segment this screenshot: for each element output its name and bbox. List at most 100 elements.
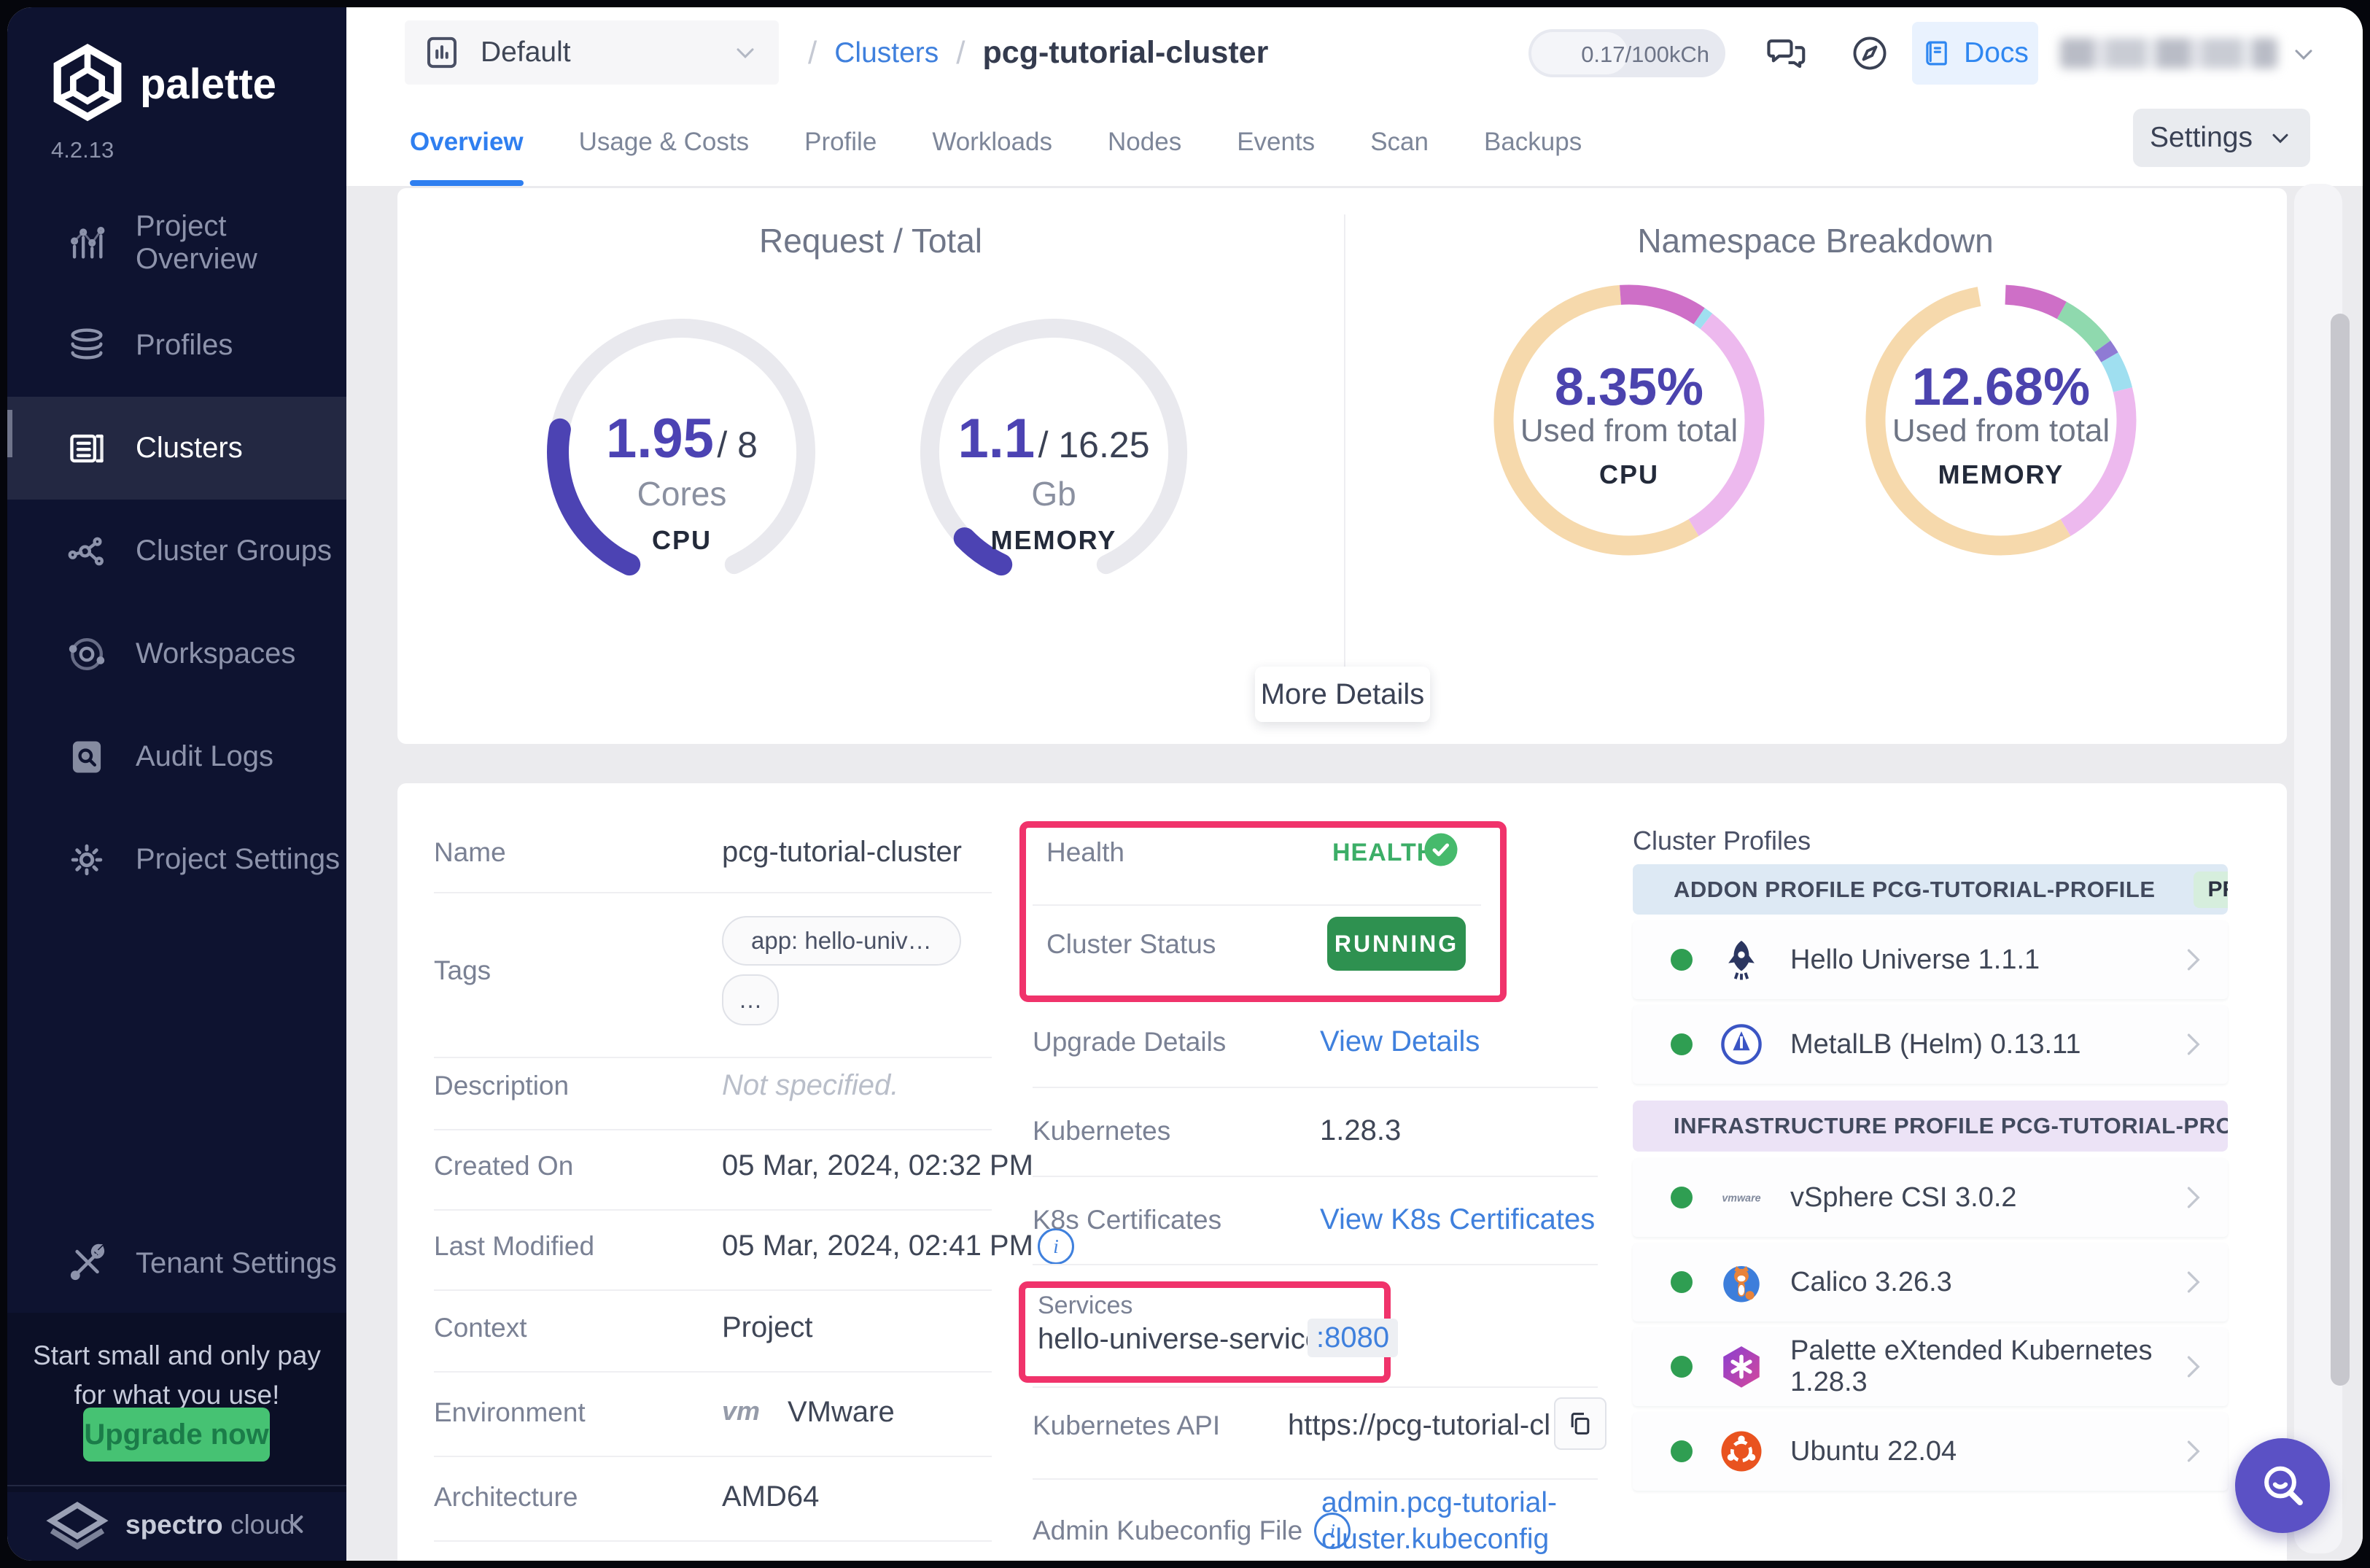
tabs-bar: Overview Usage & Costs Profile Workloads…	[346, 98, 2363, 186]
orbit-icon	[69, 637, 105, 670]
infrastructure-profile-header[interactable]: INFRASTRUCTURE PROFILE PCG-TUTORIAL-PROF…	[1633, 1101, 2228, 1152]
project-selector-value: Default	[481, 36, 571, 68]
cpu-gauge-label: CPU	[651, 525, 712, 555]
ubuntu-icon	[1721, 1431, 1762, 1472]
tag-pill[interactable]: app: hello-univ…	[722, 916, 961, 966]
sidebar-item-label: Tenant Settings	[136, 1247, 337, 1279]
check-circle-icon	[1424, 833, 1458, 866]
divider	[1344, 214, 1345, 718]
sidebar-item-project-overview[interactable]: Project Overview	[7, 191, 346, 294]
profile-pack-metallb[interactable]: MetalLB (Helm) 0.13.11	[1633, 1005, 2228, 1084]
profile-pack-vsphere-csi[interactable]: vmware vSphere CSI 3.0.2	[1633, 1158, 2228, 1237]
addon-profile-header[interactable]: ADDON PROFILE PCG-TUTORIAL-PROFILE PROJ	[1633, 864, 2228, 915]
user-menu-chevron-icon[interactable]	[2289, 39, 2318, 69]
architecture-value: AMD64	[722, 1480, 820, 1513]
context-value: Project	[722, 1311, 813, 1343]
scrollbar-thumb[interactable]	[2331, 314, 2350, 1386]
sidebar-item-clusters[interactable]: Clusters	[7, 397, 346, 500]
project-selector[interactable]: Default	[405, 20, 779, 85]
divider	[1033, 1386, 1598, 1388]
tab-scan[interactable]: Scan	[1370, 98, 1429, 186]
more-details-button[interactable]: More Details	[1255, 667, 1430, 722]
upgrade-details-label: Upgrade Details	[1033, 1027, 1227, 1057]
description-value: Not specified.	[722, 1069, 899, 1101]
namespace-breakdown-title: Namespace Breakdown	[1637, 222, 1994, 260]
collapse-sidebar-icon[interactable]	[284, 1508, 314, 1540]
sidebar-item-cluster-groups[interactable]: Cluster Groups	[7, 500, 346, 602]
profile-pack-calico[interactable]: Calico 3.26.3	[1633, 1243, 2228, 1321]
sidebar-item-workspaces[interactable]: Workspaces	[7, 602, 346, 705]
breadcrumb-clusters-link[interactable]: Clusters	[834, 37, 939, 69]
service-port-link[interactable]: :8080	[1308, 1319, 1399, 1357]
settings-button[interactable]: Settings	[2133, 109, 2310, 167]
profile-scope-badge: PROJ	[2193, 871, 2228, 908]
view-details-link[interactable]: View Details	[1320, 1025, 1480, 1058]
tab-profile[interactable]: Profile	[804, 98, 877, 186]
pack-status-dot	[1671, 1356, 1693, 1378]
view-k8s-certificates-link[interactable]: View K8s Certificates	[1320, 1203, 1595, 1236]
user-name-blurred[interactable]	[2060, 38, 2277, 69]
palette-app: palette 4.2.13 Project Overview Profiles…	[7, 7, 2363, 1561]
sidebar-item-audit-logs[interactable]: Audit Logs	[7, 705, 346, 808]
sidebar-footer: spectro cloud	[7, 1485, 346, 1561]
divider	[1033, 1264, 1598, 1265]
settings-button-label: Settings	[2150, 122, 2253, 153]
pack-status-dot	[1671, 1271, 1693, 1293]
window-frame: palette 4.2.13 Project Overview Profiles…	[0, 0, 2370, 1568]
compass-icon[interactable]	[1849, 32, 1891, 74]
divider	[1033, 904, 1481, 906]
tab-nodes[interactable]: Nodes	[1108, 98, 1181, 186]
tab-events[interactable]: Events	[1237, 98, 1315, 186]
sidebar-item-label: Project Settings	[136, 843, 341, 875]
tabs: Overview Usage & Costs Profile Workloads…	[410, 98, 1582, 186]
profile-pack-palette-extended-kubernetes[interactable]: Palette eXtended Kubernetes 1.28.3	[1633, 1327, 2228, 1406]
divider	[1033, 1478, 1598, 1480]
copy-button[interactable]	[1554, 1397, 1606, 1450]
tag-overflow-pill[interactable]: …	[722, 974, 779, 1025]
tab-workloads[interactable]: Workloads	[932, 98, 1052, 186]
search-fab-button[interactable]	[2235, 1438, 2330, 1533]
profile-pack-ubuntu[interactable]: Ubuntu 22.04	[1633, 1412, 2228, 1491]
footer-brand: spectro cloud	[125, 1510, 295, 1540]
cluster-details-card: Name pcg-tutorial-cluster Tags app: hell…	[397, 783, 2287, 1561]
running-status-badge: RUNNING	[1327, 917, 1466, 971]
upgrade-promo: Start small and only pay for what you us…	[7, 1313, 346, 1492]
sidebar: palette 4.2.13 Project Overview Profiles…	[7, 7, 346, 1561]
tab-backups[interactable]: Backups	[1484, 98, 1582, 186]
content-area: Request / Total Namespace Breakdown 1.95…	[346, 186, 2363, 1561]
sidebar-item-tenant-settings[interactable]: Tenant Settings	[7, 1212, 346, 1315]
upgrade-now-button[interactable]: Upgrade now	[83, 1408, 270, 1462]
magnifier-smile-icon	[2264, 1466, 2303, 1505]
cpu-donut-label: CPU	[1598, 459, 1659, 489]
spectro-cloud-logo	[46, 1502, 109, 1550]
sidebar-item-project-settings[interactable]: Project Settings	[7, 808, 346, 911]
tab-overview[interactable]: Overview	[410, 98, 524, 186]
context-label: Context	[434, 1313, 527, 1343]
sidebar-item-label: Profiles	[136, 329, 233, 361]
promo-line-2: for what you use!	[74, 1380, 280, 1410]
sidebar-item-label: Clusters	[136, 432, 243, 464]
memory-gauge-value: 1.1 / 16.25	[957, 408, 1150, 470]
admin-kubeconfig-link[interactable]: admin.pcg-tutorial-cluster.kubeconfig	[1321, 1485, 1569, 1558]
sidebar-item-profiles[interactable]: Profiles	[7, 294, 346, 397]
pack-status-dot	[1671, 1440, 1693, 1462]
architecture-label: Architecture	[434, 1482, 578, 1512]
docs-button[interactable]: Docs	[1912, 22, 2038, 85]
chevron-right-icon	[2187, 949, 2200, 971]
memory-donut-percent: 12.68%	[1911, 358, 2091, 416]
palette-k8s-icon	[1723, 1346, 1760, 1388]
chat-icon[interactable]	[1764, 31, 1809, 76]
cpu-gauge-value: 1.95 / 8	[606, 408, 758, 470]
health-label: Health	[1046, 837, 1124, 867]
divider	[1033, 1176, 1598, 1177]
doc-search-icon	[72, 740, 101, 773]
service-name-value: hello-universe-service	[1038, 1323, 1322, 1355]
cpu-donut-caption: Used from total	[1520, 413, 1738, 449]
environment-value: VMware	[788, 1396, 895, 1428]
usage-badge: 0.17/100kCh	[1528, 29, 1725, 77]
description-label: Description	[434, 1071, 570, 1101]
book-icon	[1926, 41, 1947, 66]
vmware-logo: vm	[722, 1396, 761, 1426]
profile-pack-hello-universe[interactable]: Hello Universe 1.1.1	[1633, 920, 2228, 999]
tab-usage-costs[interactable]: Usage & Costs	[579, 98, 749, 186]
